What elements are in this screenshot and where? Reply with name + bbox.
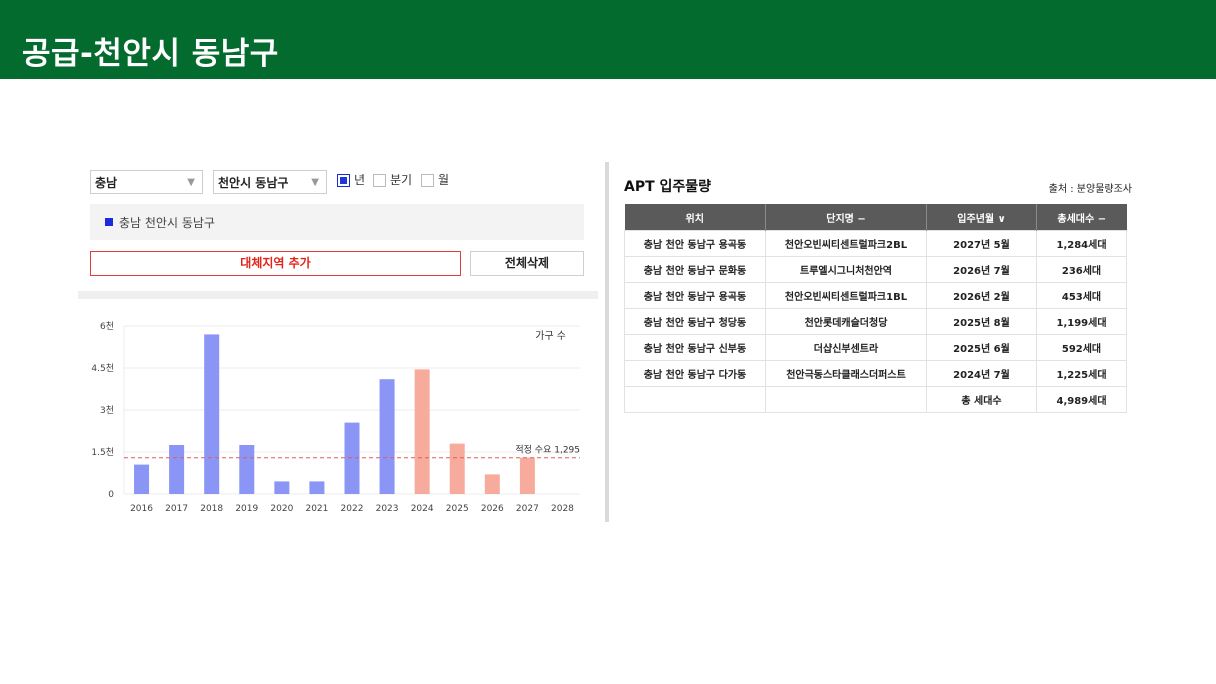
col-households-header[interactable]: 총세대수 − bbox=[1036, 204, 1127, 231]
cell-date: 2025년 8월 bbox=[926, 308, 1037, 335]
cell-complex: 천안극동스타클래스더퍼스트 bbox=[765, 360, 927, 387]
apt-section-title: APT 입주물량 bbox=[624, 179, 712, 195]
x-tick-label: 2024 bbox=[411, 504, 434, 514]
delete-all-button[interactable]: 전체삭제 bbox=[470, 251, 584, 276]
x-tick-label: 2022 bbox=[341, 504, 364, 514]
bar-2019 bbox=[239, 445, 255, 494]
bar-2018 bbox=[204, 334, 220, 494]
selected-region-label: 충남 천안시 동남구 bbox=[119, 216, 215, 230]
add-region-button[interactable]: 대체지역 추가 bbox=[90, 251, 461, 276]
y-tick-label: 3천 bbox=[100, 405, 114, 416]
apt-move-in-table: 위치 단지명 − 입주년월 ∨ 총세대수 − 충남 천안 동남구 용곡동 천안오… bbox=[624, 204, 1127, 413]
district-select[interactable]: 천안시 동남구 ▼ bbox=[213, 170, 327, 194]
bar-2022 bbox=[344, 422, 360, 494]
x-tick-label: 2021 bbox=[305, 504, 328, 514]
col-complex-header[interactable]: 단지명 − bbox=[765, 204, 927, 231]
cell-location: 충남 천안 동남구 청당동 bbox=[624, 308, 766, 335]
cell-complex: 천안오빈씨티센트럴파크2BL bbox=[765, 230, 927, 257]
bar-2027 bbox=[519, 457, 535, 494]
checkbox-year[interactable] bbox=[337, 174, 350, 187]
province-select[interactable]: 충남 ▼ bbox=[90, 170, 203, 194]
y-tick-label: 1.5천 bbox=[91, 447, 114, 458]
table-row[interactable]: 충남 천안 동남구 용곡동 천안오빈씨티센트럴파크1BL 2026년 2월 45… bbox=[624, 282, 1127, 309]
cell-households: 592세대 bbox=[1036, 334, 1127, 361]
cell-complex: 천안롯데캐슬더청당 bbox=[765, 308, 927, 335]
bar-2016 bbox=[134, 464, 150, 494]
checkbox-year-label: 년 bbox=[354, 173, 366, 187]
bar-2020 bbox=[274, 481, 290, 494]
table-total-row: 총 세대수 4,989세대 bbox=[624, 386, 1127, 413]
province-select-value: 충남 bbox=[95, 176, 118, 190]
cell-location: 충남 천안 동남구 다가동 bbox=[624, 360, 766, 387]
x-tick-label: 2017 bbox=[165, 504, 188, 514]
cell-households: 1,284세대 bbox=[1036, 230, 1127, 257]
supply-bar-chart: 0 1.5천 3천 4.5천 6천 2016 2017 2018 2019 2020 2021 202… bbox=[91, 321, 580, 514]
col-location-header[interactable]: 위치 bbox=[624, 204, 766, 231]
cell-date: 2024년 7월 bbox=[926, 360, 1037, 387]
x-tick-label: 2016 bbox=[130, 504, 153, 514]
cell-complex: 트루엘시그니처천안역 bbox=[765, 256, 927, 283]
chart-legend-label: 가구 수 bbox=[535, 330, 566, 342]
cell-location: 충남 천안 동남구 용곡동 bbox=[624, 230, 766, 257]
cell-households: 453세대 bbox=[1036, 282, 1127, 309]
table-row[interactable]: 충남 천안 동남구 문화동 트루엘시그니처천안역 2026년 7월 236세대 bbox=[624, 256, 1127, 283]
table-row[interactable]: 충남 천안 동남구 신부동 더샵신부센트라 2025년 6월 592세대 bbox=[624, 334, 1127, 361]
data-source-label: 출처 : 분양물량조사 bbox=[1048, 184, 1132, 195]
cell-date: 2025년 6월 bbox=[926, 334, 1037, 361]
chevron-down-icon: ▼ bbox=[311, 177, 319, 188]
cell-households: 1,199세대 bbox=[1036, 308, 1127, 335]
title-bar: 공급-천안시 동남구 bbox=[0, 0, 1216, 79]
x-tick-label: 2019 bbox=[235, 504, 258, 514]
total-value: 4,989세대 bbox=[1036, 386, 1127, 413]
section-separator bbox=[78, 291, 598, 299]
bar-2023 bbox=[379, 379, 395, 494]
checkbox-month[interactable] bbox=[421, 174, 434, 187]
bar-2025 bbox=[449, 443, 465, 494]
cell-complex: 더샵신부센트라 bbox=[765, 334, 927, 361]
region-color-swatch bbox=[105, 218, 113, 226]
panel-divider bbox=[605, 162, 609, 522]
checkbox-quarter-label: 분기 bbox=[390, 173, 413, 187]
cell-location: 충남 천안 동남구 문화동 bbox=[624, 256, 766, 283]
reference-line-label: 적정 수요 1,295 bbox=[515, 444, 580, 456]
cell-date: 2026년 7월 bbox=[926, 256, 1037, 283]
table-header-row: 위치 단지명 − 입주년월 ∨ 총세대수 − bbox=[624, 204, 1127, 231]
table-row[interactable]: 충남 천안 동남구 다가동 천안극동스타클래스더퍼스트 2024년 7월 1,2… bbox=[624, 360, 1127, 387]
checkbox-quarter[interactable] bbox=[373, 174, 386, 187]
bar-2024 bbox=[414, 369, 430, 494]
x-tick-label: 2025 bbox=[446, 504, 469, 514]
bar-2026 bbox=[484, 474, 500, 494]
cell-location: 충남 천안 동남구 신부동 bbox=[624, 334, 766, 361]
cell-empty bbox=[765, 386, 927, 413]
y-tick-label: 6천 bbox=[100, 321, 114, 332]
total-label: 총 세대수 bbox=[926, 386, 1037, 413]
cell-complex: 천안오빈씨티센트럴파크1BL bbox=[765, 282, 927, 309]
x-tick-label: 2018 bbox=[200, 504, 223, 514]
table-row[interactable]: 충남 천안 동남구 용곡동 천안오빈씨티센트럴파크2BL 2027년 5월 1,… bbox=[624, 230, 1127, 257]
table-row[interactable]: 충남 천안 동남구 청당동 천안롯데캐슬더청당 2025년 8월 1,199세대 bbox=[624, 308, 1127, 335]
cell-empty bbox=[624, 386, 766, 413]
district-select-value: 천안시 동남구 bbox=[218, 176, 289, 190]
cell-households: 1,225세대 bbox=[1036, 360, 1127, 387]
checkbox-month-label: 월 bbox=[438, 173, 450, 187]
x-tick-label: 2023 bbox=[376, 504, 399, 514]
y-tick-label: 4.5천 bbox=[91, 363, 114, 374]
cell-date: 2026년 2월 bbox=[926, 282, 1037, 309]
col-move-in-date-header[interactable]: 입주년월 ∨ bbox=[926, 204, 1037, 231]
cell-date: 2027년 5월 bbox=[926, 230, 1037, 257]
page-title: 공급-천안시 동남구 bbox=[22, 36, 279, 72]
cell-households: 236세대 bbox=[1036, 256, 1127, 283]
y-tick-label: 0 bbox=[108, 490, 114, 500]
selected-region-bar: 충남 천안시 동남구 bbox=[90, 204, 584, 240]
bar-2017 bbox=[169, 445, 185, 494]
x-tick-label: 2027 bbox=[516, 504, 539, 514]
cell-location: 충남 천안 동남구 용곡동 bbox=[624, 282, 766, 309]
chevron-down-icon: ▼ bbox=[187, 177, 195, 188]
bar-2021 bbox=[309, 481, 325, 494]
x-tick-label: 2028 bbox=[551, 504, 574, 514]
x-tick-label: 2020 bbox=[270, 504, 293, 514]
x-tick-label: 2026 bbox=[481, 504, 504, 514]
